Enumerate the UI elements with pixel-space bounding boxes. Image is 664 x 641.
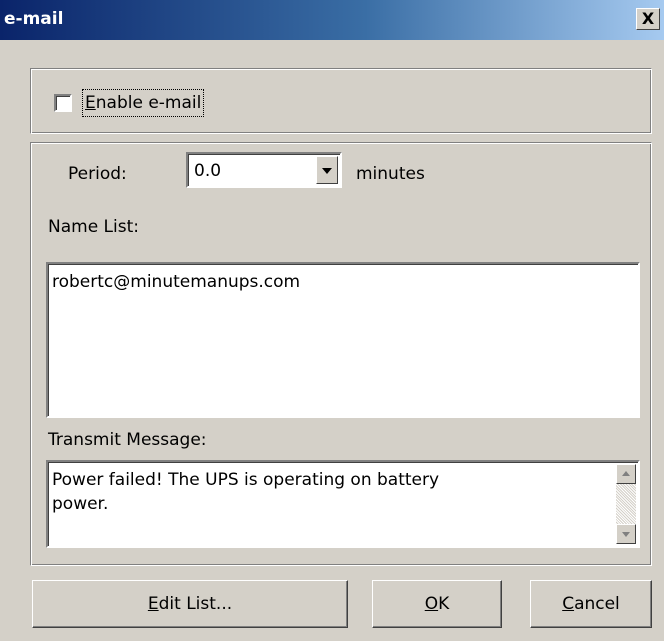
- window-title: e-mail: [4, 9, 64, 29]
- transmit-message-textarea[interactable]: Power failed! The UPS is operating on ba…: [46, 460, 640, 548]
- name-list-item[interactable]: robertc@minutemanups.com: [52, 270, 300, 294]
- edit-list-button[interactable]: Edit List...: [32, 580, 348, 628]
- enable-email-label[interactable]: Enable e-mail: [82, 89, 205, 117]
- transmit-message-line-2: power.: [52, 494, 109, 514]
- chevron-down-icon: [322, 168, 332, 174]
- scroll-down-icon: [622, 532, 630, 537]
- scroll-up-button[interactable]: [616, 464, 636, 484]
- name-list-label: Name List:: [48, 217, 140, 237]
- name-list-box[interactable]: robertc@minutemanups.com: [46, 262, 640, 418]
- transmit-message-label: Transmit Message:: [48, 430, 207, 450]
- scroll-up-icon: [622, 471, 630, 476]
- enable-email-checkbox[interactable]: [54, 94, 72, 112]
- period-unit-label: minutes: [356, 164, 425, 184]
- period-select[interactable]: 0.0: [186, 152, 342, 188]
- close-button[interactable]: X: [636, 8, 660, 30]
- period-label: Period:: [68, 164, 127, 184]
- title-bar: e-mail X: [0, 0, 664, 40]
- period-value: 0.0: [194, 161, 222, 181]
- ok-button[interactable]: OK: [372, 580, 502, 628]
- scroll-down-button[interactable]: [616, 524, 636, 544]
- close-icon: X: [641, 9, 655, 28]
- transmit-message-line-1: Power failed! The UPS is operating on ba…: [52, 470, 440, 490]
- message-scrollbar[interactable]: [616, 464, 636, 544]
- period-dropdown-button[interactable]: [316, 156, 338, 184]
- cancel-button[interactable]: Cancel: [530, 580, 652, 628]
